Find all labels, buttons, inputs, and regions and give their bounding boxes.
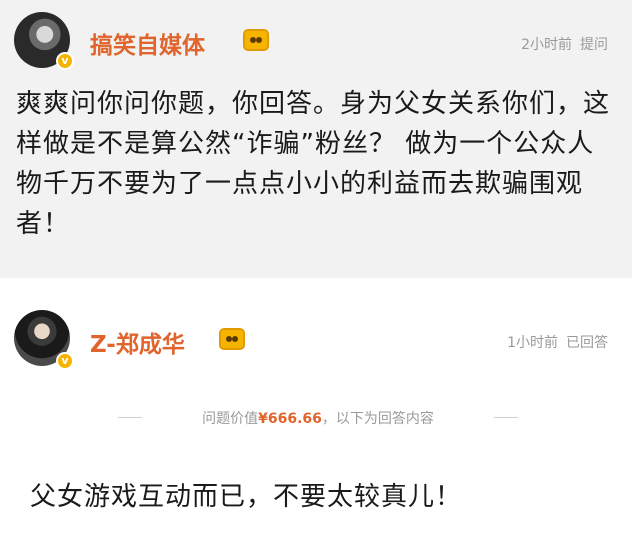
question-meta: 2小时前 提问 — [521, 34, 608, 54]
question-text: 爽爽问你问你题，你回答。身为父女关系你们，这样做是不是算公然“诈骗”粉丝？ 做为… — [16, 89, 611, 239]
question-time: 2小时前 — [521, 37, 572, 53]
asker-username[interactable]: 搞笑自媒体 — [90, 26, 205, 60]
vip-crown-icon — [243, 29, 269, 51]
answer-meta: 1小时前 已回答 — [507, 332, 608, 352]
divider-line — [494, 417, 518, 418]
verified-v-icon: v — [56, 352, 74, 370]
verified-v-icon: v — [56, 52, 74, 70]
answer-action: 已回答 — [566, 335, 608, 351]
value-suffix: ，以下为回答内容 — [321, 411, 434, 427]
answerer-username[interactable]: Z-郑成华 — [90, 325, 185, 359]
divider-line — [118, 417, 142, 418]
question-action: 提问 — [580, 37, 608, 53]
vip-crown-icon — [219, 328, 245, 350]
value-prefix: 问题价值 — [202, 411, 259, 427]
question-value-label: 问题价值¥666.66，以下为回答内容 — [144, 408, 492, 428]
question-price: ¥666.66 — [258, 411, 322, 427]
question-value-divider: 问题价值¥666.66，以下为回答内容 — [118, 408, 518, 428]
answer-text: 父女游戏互动而已，不要太较真儿！ — [30, 482, 463, 512]
answer-time: 1小时前 — [507, 335, 558, 351]
